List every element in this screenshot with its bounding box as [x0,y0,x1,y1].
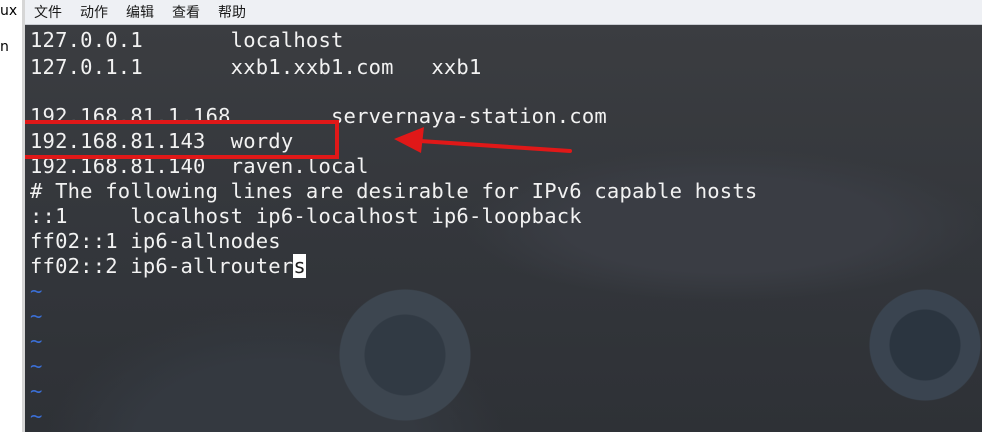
hosts-line-allrouters: ff02::2 ip6-allrouters [30,254,306,279]
text-cursor: s [293,254,306,278]
allrouters-text: ff02::2 ip6-allrouter [30,254,294,278]
empty-line-marker: ~ [30,329,43,353]
menu-file[interactable]: 文件 [25,2,71,22]
side-panel-mid-text: n [0,39,9,55]
menu-help[interactable]: 帮助 [209,2,255,22]
terminal-editor[interactable]: 127.0.0.1 localhost 127.0.1.1 xxb1.xxb1.… [25,25,982,432]
hosts-line-allnodes: ff02::1 ip6-allnodes [30,229,281,253]
empty-line-marker: ~ [30,354,43,378]
red-arrow-icon [394,127,572,153]
empty-line-marker: ~ [30,279,43,303]
hosts-line-xxb1: 127.0.1.1 xxb1.xxb1.com xxb1 [30,55,482,79]
empty-line-marker: ~ [30,304,43,328]
menubar: 文件 动作 编辑 查看 帮助 [25,0,982,25]
side-panel-top-text: ux [0,3,18,19]
side-panel: ux n [0,0,22,432]
menu-edit[interactable]: 编辑 [117,2,163,22]
empty-line-marker: ~ [30,379,43,403]
hosts-line-ipv6-localhost: ::1 localhost ip6-localhost ip6-loopback [30,204,582,228]
menu-view[interactable]: 查看 [163,2,209,22]
empty-line-marker: ~ [30,404,43,428]
highlight-box [25,120,339,159]
menu-action[interactable]: 动作 [71,2,117,22]
hosts-line-ipv6-comment: # The following lines are desirable for … [30,179,758,203]
hosts-line-localhost: 127.0.0.1 localhost [30,28,344,52]
